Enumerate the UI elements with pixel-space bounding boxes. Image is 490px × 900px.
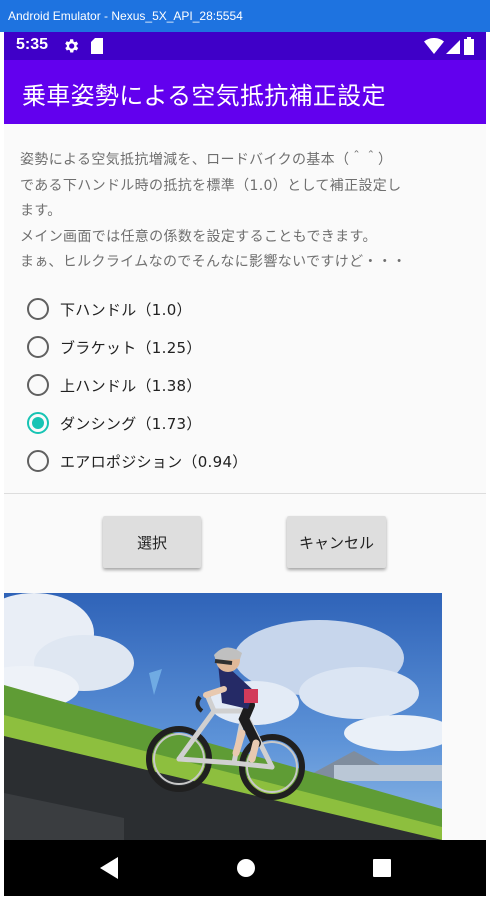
wifi-icon [424,38,444,54]
description-text: 姿勢による空気抵抗増減を、ロードバイクの基本（＾＾） である下ハンドル時の抵抗を… [20,148,480,276]
status-bar: 5:35 [4,32,486,60]
radio-button[interactable] [27,412,49,434]
radio-dancing[interactable]: ダンシング（1.73） [24,404,444,442]
divider [4,493,486,494]
radio-label: ダンシング（1.73） [60,414,202,433]
gear-icon [65,39,79,53]
sd-card-icon [91,38,103,54]
home-icon[interactable] [236,858,256,878]
description-line: 姿勢による空気抵抗増減を、ロードバイクの基本（＾＾） [20,152,393,168]
radio-label: ブラケット（1.25） [60,338,202,357]
radio-drops[interactable]: 下ハンドル（1.0） [24,290,444,328]
description-line: ます。 [20,203,62,219]
select-button[interactable]: 選択 [103,516,201,568]
radio-label: 下ハンドル（1.0） [60,300,192,319]
radio-brackets[interactable]: ブラケット（1.25） [24,328,444,366]
radio-button[interactable] [27,450,49,472]
radio-tops[interactable]: 上ハンドル（1.38） [24,366,444,404]
navigation-bar [4,840,486,896]
radio-label: エアロポジション（0.94） [60,452,248,471]
recents-icon[interactable] [373,859,391,877]
radio-aero[interactable]: エアロポジション（0.94） [24,442,444,480]
status-time: 5:35 [16,36,49,53]
signal-icon [446,40,460,54]
app-bar: 乗車姿勢による空気抵抗補正設定 [4,60,486,124]
posture-radio-group: 下ハンドル（1.0） ブラケット（1.25） 上ハンドル（1.38） ダンシング… [24,290,444,480]
cyclist-illustration [4,593,442,840]
battery-icon [464,37,474,55]
app-bar-title: 乗車姿勢による空気抵抗補正設定 [22,82,386,110]
emulator-window-title: Android Emulator - Nexus_5X_API_28:5554 [0,0,490,32]
radio-button[interactable] [27,336,49,358]
device-screen: 5:35 乗車姿勢による空気抵抗補正設定 姿勢による空気抵抗増減を、ロードバイク… [4,32,486,896]
description-line: メイン画面では任意の係数を設定することもできます。 [20,228,377,245]
radio-label: 上ハンドル（1.38） [60,376,202,395]
description-line: である下ハンドル時の抵抗を標準（1.0）として補正設定し [20,177,402,194]
back-icon[interactable] [100,857,120,879]
radio-button[interactable] [27,298,49,320]
radio-button[interactable] [27,374,49,396]
cancel-button[interactable]: キャンセル [287,516,386,568]
description-line: まぁ、ヒルクライムなのでそんなに影響ないですけど・・・ [20,254,407,270]
